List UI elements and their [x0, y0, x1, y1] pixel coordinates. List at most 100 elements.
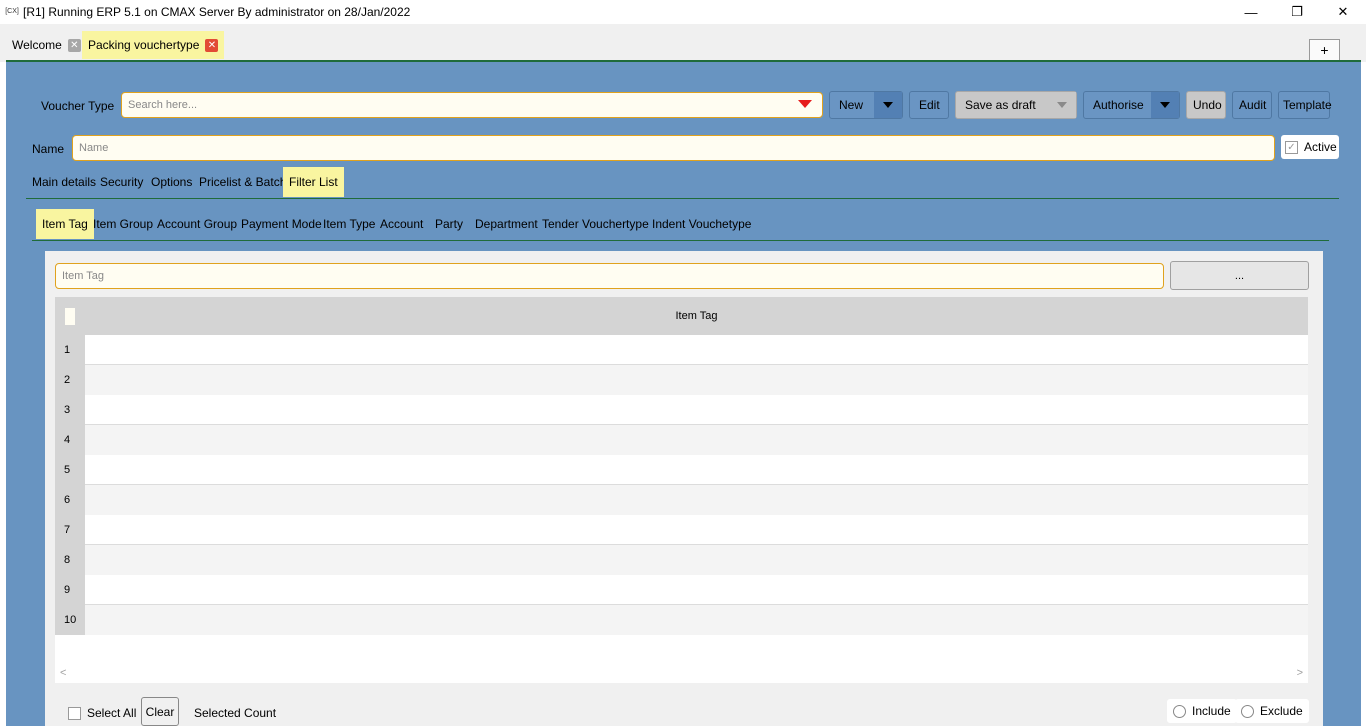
table-cell[interactable] — [85, 605, 1308, 635]
scroll-left-icon[interactable]: < — [60, 667, 66, 679]
select-all-checkbox[interactable]: Select All — [68, 704, 136, 722]
table-cell[interactable] — [85, 335, 1308, 365]
tab-label: Welcome — [12, 38, 62, 52]
tab-payment-mode[interactable]: Payment Mode — [241, 209, 322, 239]
exclude-radio[interactable]: Exclude — [1235, 699, 1309, 723]
authorise-dropdown[interactable] — [1151, 92, 1179, 118]
active-checkbox[interactable]: ✓ Active — [1281, 135, 1339, 159]
tab-item-group[interactable]: Item Group — [93, 209, 153, 239]
include-radio[interactable]: Include — [1167, 699, 1237, 723]
title-bar: [CX] [R1] Running ERP 5.1 on CMAX Server… — [0, 0, 1366, 24]
tab-account[interactable]: Account — [380, 209, 423, 239]
table-cell[interactable] — [85, 395, 1308, 425]
close-tab-icon[interactable]: ✕ — [205, 38, 219, 52]
chevron-down-icon — [883, 102, 893, 108]
table-row[interactable]: 2 — [55, 365, 1308, 395]
table-row[interactable]: 9 — [55, 575, 1308, 605]
name-input[interactable]: Name — [72, 135, 1275, 161]
table-row[interactable]: 7 — [55, 515, 1308, 545]
selected-count-label: Selected Count — [194, 706, 277, 720]
dropdown-arrow-icon[interactable] — [798, 100, 812, 108]
voucher-type-label: Voucher Type — [41, 99, 115, 113]
document-tab-bar: Welcome ✕ Packing vouchertype ✕ + — [0, 24, 1366, 62]
row-number: 5 — [55, 455, 85, 485]
edit-button[interactable]: Edit — [909, 91, 949, 119]
tab-indent-vouchetype[interactable]: Indent Vouchetype — [652, 209, 751, 239]
item-tag-input[interactable]: Item Tag — [55, 263, 1164, 289]
table-row[interactable]: 8 — [55, 545, 1308, 575]
voucher-type-search-input[interactable]: Search here... — [121, 92, 823, 118]
row-number: 9 — [55, 575, 85, 605]
tab-options[interactable]: Options — [151, 167, 192, 197]
tab-department[interactable]: Department — [475, 209, 538, 239]
tab-party[interactable]: Party — [435, 209, 463, 239]
minimize-icon[interactable]: — — [1228, 0, 1274, 24]
new-button[interactable]: New — [829, 91, 903, 119]
row-number: 10 — [55, 605, 85, 635]
checkbox-box — [68, 706, 81, 720]
table-cell[interactable] — [85, 485, 1308, 515]
tab-filter-list[interactable]: Filter List — [283, 167, 344, 197]
tabs-divider — [26, 198, 1339, 199]
save-draft-dropdown[interactable] — [1048, 92, 1076, 118]
authorise-button[interactable]: Authorise — [1083, 91, 1180, 119]
table-cell[interactable] — [85, 425, 1308, 455]
clear-button[interactable]: Clear — [141, 697, 179, 726]
browse-button[interactable]: ... — [1170, 261, 1309, 290]
tab-account-group[interactable]: Account Group — [157, 209, 237, 239]
chevron-down-icon — [1057, 102, 1067, 108]
table-cell[interactable] — [85, 545, 1308, 575]
table-row[interactable]: 5 — [55, 455, 1308, 485]
column-header-item-tag[interactable]: Item Tag — [85, 297, 1308, 335]
tab-welcome[interactable]: Welcome ✕ — [6, 31, 87, 59]
new-button-label: New — [839, 98, 864, 112]
table-cell[interactable] — [85, 575, 1308, 605]
tab-main-details[interactable]: Main details — [32, 167, 96, 197]
radio-circle — [1241, 704, 1254, 718]
table-row[interactable]: 3 — [55, 395, 1308, 425]
include-label: Include — [1192, 704, 1231, 718]
tab-item-type[interactable]: Item Type — [323, 209, 375, 239]
tab-packing-vouchertype[interactable]: Packing vouchertype ✕ — [82, 31, 225, 59]
row-number: 8 — [55, 545, 85, 575]
table-row[interactable]: 6 — [55, 485, 1308, 515]
select-all-label: Select All — [87, 706, 137, 720]
tab-label: Packing vouchertype — [88, 38, 200, 52]
window-controls: — ❐ ✕ — [1228, 0, 1366, 24]
save-as-draft-label: Save as draft — [965, 98, 1036, 112]
close-tab-icon[interactable]: ✕ — [67, 38, 81, 52]
check-icon: ✓ — [1285, 140, 1298, 154]
row-number: 7 — [55, 515, 85, 545]
audit-button[interactable]: Audit — [1232, 91, 1272, 119]
close-icon[interactable]: ✕ — [1320, 0, 1366, 24]
save-as-draft-button[interactable]: Save as draft — [955, 91, 1077, 119]
table-row[interactable]: 1 — [55, 335, 1308, 365]
row-number: 2 — [55, 365, 85, 395]
scroll-right-icon[interactable]: > — [1297, 667, 1303, 679]
undo-button[interactable]: Undo — [1186, 91, 1226, 119]
chevron-down-icon — [1160, 102, 1170, 108]
table-cell[interactable] — [85, 455, 1308, 485]
table-row[interactable]: 10 — [55, 605, 1308, 635]
name-placeholder: Name — [79, 142, 109, 154]
item-tag-placeholder: Item Tag — [62, 270, 104, 282]
restore-icon[interactable]: ❐ — [1274, 0, 1320, 24]
authorise-label: Authorise — [1093, 98, 1144, 112]
tab-pricelist-batch[interactable]: Pricelist & Batch — [199, 167, 286, 197]
table-row[interactable]: 4 — [55, 425, 1308, 455]
search-placeholder: Search here... — [128, 99, 198, 111]
table-cell[interactable] — [85, 365, 1308, 395]
horizontal-scrollbar[interactable]: < > — [55, 665, 1308, 683]
template-button[interactable]: Template — [1278, 91, 1332, 119]
header-select-checkbox[interactable] — [65, 308, 75, 325]
tab-item-tag[interactable]: Item Tag — [36, 209, 94, 239]
table-cell[interactable] — [85, 515, 1308, 545]
item-tag-grid: 1 2 3 4 5 6 7 8 9 10 — [55, 335, 1308, 667]
tab-tender-vouchertype[interactable]: Tender Vouchertype — [542, 209, 649, 239]
main-form: Voucher Type Search here... New Edit Sav… — [6, 62, 1361, 726]
row-number: 6 — [55, 485, 85, 515]
app-icon: [CX] — [5, 8, 19, 15]
tab-security[interactable]: Security — [100, 167, 143, 197]
add-tab-button[interactable]: + — [1309, 39, 1340, 61]
new-dropdown[interactable] — [874, 92, 902, 118]
